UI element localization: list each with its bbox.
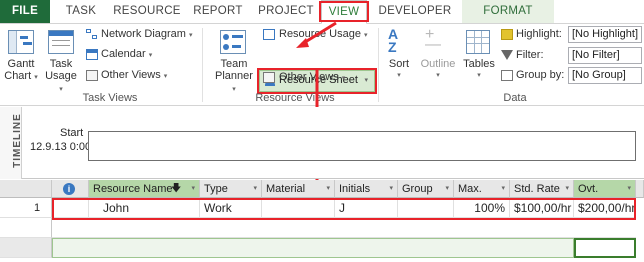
column-header-std-rate[interactable]: Std. Rate ▾ <box>510 180 574 198</box>
timeline-start-label: Start <box>60 127 84 139</box>
arrow-view-to-resource-sheet <box>301 21 337 46</box>
timeline-start-date: 12.9.13 0:00 <box>30 141 92 153</box>
timeline-side-label: TIMELINE <box>0 107 23 179</box>
column-header-filler <box>636 180 644 198</box>
row-highlight <box>52 198 636 220</box>
column-header-ovt[interactable]: Ovt. ▾ <box>574 180 636 198</box>
column-header-group[interactable]: Group ▾ <box>398 180 454 198</box>
row-number[interactable]: 1 <box>0 198 52 218</box>
row-number[interactable] <box>0 238 52 258</box>
column-header-material[interactable]: Material ▾ <box>262 180 335 198</box>
column-header-max[interactable]: Max. ▾ <box>454 180 510 198</box>
resource-sheet-grid: i Resource Name 🡇 ▾ Type ▾ Material ▾ Initia… <box>0 180 644 262</box>
timeline-pane: TIMELINE Start 12.9.13 0:00 <box>0 107 644 179</box>
info-icon: i <box>63 183 75 195</box>
column-header-initials[interactable]: Initials ▾ <box>335 180 398 198</box>
active-cell[interactable] <box>574 238 636 258</box>
column-header-type[interactable]: Type ▾ <box>200 180 262 198</box>
new-row-entry[interactable] <box>52 238 574 258</box>
row-number[interactable] <box>0 218 52 238</box>
empty-row[interactable] <box>52 218 636 238</box>
indicators-column-header[interactable]: i <box>52 180 89 198</box>
select-all-corner[interactable] <box>0 180 52 198</box>
timeline-bar[interactable] <box>88 131 636 161</box>
column-header-resource-name[interactable]: Resource Name 🡇 ▾ <box>89 180 200 198</box>
